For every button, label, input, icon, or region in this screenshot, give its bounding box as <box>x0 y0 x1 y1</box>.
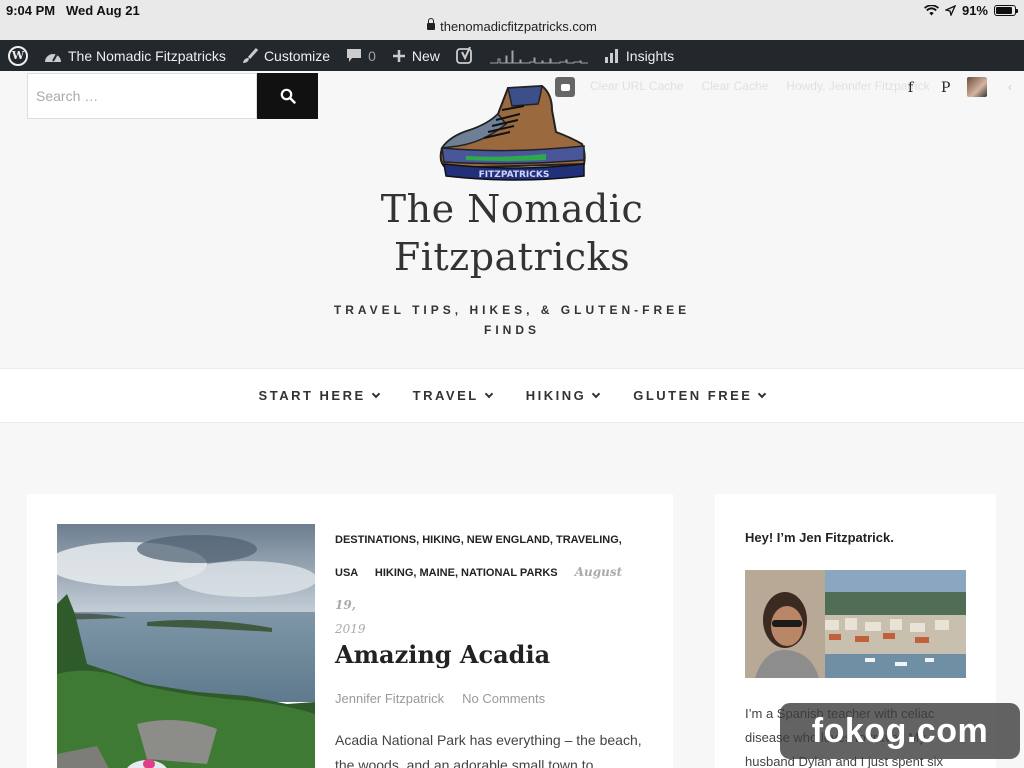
battery-percent: 91% <box>961 3 988 18</box>
site-title[interactable]: The Nomadic Fitzpatricks <box>312 185 712 281</box>
address-bar[interactable]: thenomadicfitzpatricks.com <box>0 18 1024 34</box>
yoast-icon <box>455 46 472 64</box>
logo-text: FITZPATRICKS <box>479 170 550 180</box>
clear-cache-link[interactable]: Clear Cache <box>702 79 769 93</box>
wp-admin-bar: W The Nomadic Fitzpatricks Customize 0 N… <box>0 40 1024 71</box>
status-date: Wed Aug 21 <box>66 3 140 18</box>
ghost-admin-links: Clear URL Cache Clear Cache Howdy, Jenni… <box>590 79 929 93</box>
site-logo-boot[interactable]: FITZPATRICKS <box>436 84 588 184</box>
sparkline-icon <box>489 50 588 63</box>
nav-label: TRAVEL <box>412 388 479 403</box>
harbor-portrait-image <box>745 570 966 678</box>
hiking-boot-icon: FITZPATRICKS <box>439 84 586 181</box>
dashboard-icon <box>45 53 61 62</box>
author-photo <box>745 570 966 678</box>
nav-label: GLUTEN FREE <box>633 388 753 403</box>
nav-item-hiking[interactable]: HIKING <box>525 388 601 403</box>
site-title-line-2: Fitzpatricks <box>393 235 631 279</box>
post-date-year: 2019 <box>335 622 366 636</box>
location-arrow-icon <box>944 5 956 16</box>
nav-label: START HERE <box>258 388 366 403</box>
comment-icon <box>347 49 362 62</box>
wordpress-icon: W <box>8 45 28 66</box>
facebook-icon[interactable]: f <box>908 80 913 96</box>
post-meta: DESTINATIONS, HIKING, NEW ENGLAND, TRAVE… <box>335 524 645 768</box>
battery-icon <box>994 5 1018 16</box>
wifi-icon <box>924 5 939 16</box>
lock-icon <box>427 18 436 30</box>
search-form <box>27 73 318 119</box>
site-name-link[interactable]: The Nomadic Fitzpatricks <box>36 40 234 71</box>
new-label: New <box>411 47 440 64</box>
nav-item-travel[interactable]: TRAVEL <box>412 388 493 403</box>
nav-item-gluten-free[interactable]: GLUTEN FREE <box>633 388 767 403</box>
url-text: thenomadicfitzpatricks.com <box>440 19 597 34</box>
yoast-seo-link[interactable] <box>448 40 482 71</box>
about-heading: Hey! I’m Jen Fitzpatrick. <box>745 530 894 545</box>
post-categories: DESTINATIONS, HIKING, NEW ENGLAND, TRAVE… <box>335 524 645 556</box>
post-title[interactable]: Amazing Acadia <box>335 640 645 669</box>
tag-links[interactable]: HIKING, MAINE, NATIONAL PARKS <box>375 567 558 579</box>
ios-status-bar: 9:04 PM Wed Aug 21 thenomadicfitzpatrick… <box>0 0 1024 40</box>
bar-chart-icon <box>604 48 618 63</box>
plus-icon <box>392 49 405 62</box>
post-card: DESTINATIONS, HIKING, NEW ENGLAND, TRAVE… <box>27 494 673 768</box>
status-time: 9:04 PM <box>6 3 56 18</box>
brush-icon <box>242 47 258 63</box>
tagline-line-2: FINDS <box>484 323 540 337</box>
customize-link[interactable]: Customize <box>234 40 338 71</box>
site-tagline: TRAVEL TIPS, HIKES, & GLUTEN-FREE FINDS <box>330 300 694 340</box>
customize-label: Customize <box>263 47 331 64</box>
post-categories-row-2: USA HIKING, MAINE, NATIONAL PARKS August… <box>335 556 645 622</box>
comments-link[interactable]: No Comments <box>462 691 545 706</box>
category-links-line-1[interactable]: DESTINATIONS, HIKING, NEW ENGLAND, TRAVE… <box>335 534 622 546</box>
insights-label: Insights <box>625 47 675 64</box>
nav-item-start-here[interactable]: START HERE <box>258 388 380 403</box>
comments-count: 0 <box>368 47 376 64</box>
site-title-line-1: The Nomadic <box>380 187 644 231</box>
chevron-down-icon <box>371 389 380 398</box>
wp-logo-button[interactable]: W <box>0 40 36 71</box>
chevron-down-icon <box>758 389 767 398</box>
insights-link[interactable]: Insights <box>596 40 682 71</box>
post-featured-image[interactable] <box>57 524 315 768</box>
category-link-usa[interactable]: USA <box>335 567 358 579</box>
chevron-down-icon <box>484 389 493 398</box>
author-link[interactable]: Jennifer Fitzpatrick <box>335 691 444 706</box>
tagline-line-1: TRAVEL TIPS, HIKES, & GLUTEN-FREE <box>333 303 691 317</box>
comments-link[interactable]: 0 <box>338 40 384 71</box>
search-button[interactable] <box>257 73 318 119</box>
chevron-down-icon <box>591 389 601 398</box>
acadia-landscape-image <box>57 524 315 768</box>
main-navigation: START HERE TRAVEL HIKING GLUTEN FREE <box>0 368 1024 423</box>
new-content-link[interactable]: New <box>384 40 448 71</box>
nav-label: HIKING <box>525 388 587 403</box>
site-name-label: The Nomadic Fitzpatricks <box>68 47 226 64</box>
pinterest-icon[interactable]: P <box>941 80 950 96</box>
search-icon <box>280 88 296 104</box>
admin-expand-icon[interactable]: ‹ <box>1008 80 1012 94</box>
status-right: 91% <box>924 3 1018 18</box>
clear-url-cache-link[interactable]: Clear URL Cache <box>590 79 684 93</box>
user-avatar[interactable] <box>967 77 987 97</box>
stats-sparkline[interactable] <box>482 40 596 71</box>
search-input[interactable] <box>27 73 257 119</box>
post-byline: Jennifer Fitzpatrick No Comments <box>335 691 645 706</box>
watermark-overlay: fokog.com <box>780 703 1020 759</box>
post-excerpt: Acadia National Park has everything – th… <box>335 732 642 768</box>
